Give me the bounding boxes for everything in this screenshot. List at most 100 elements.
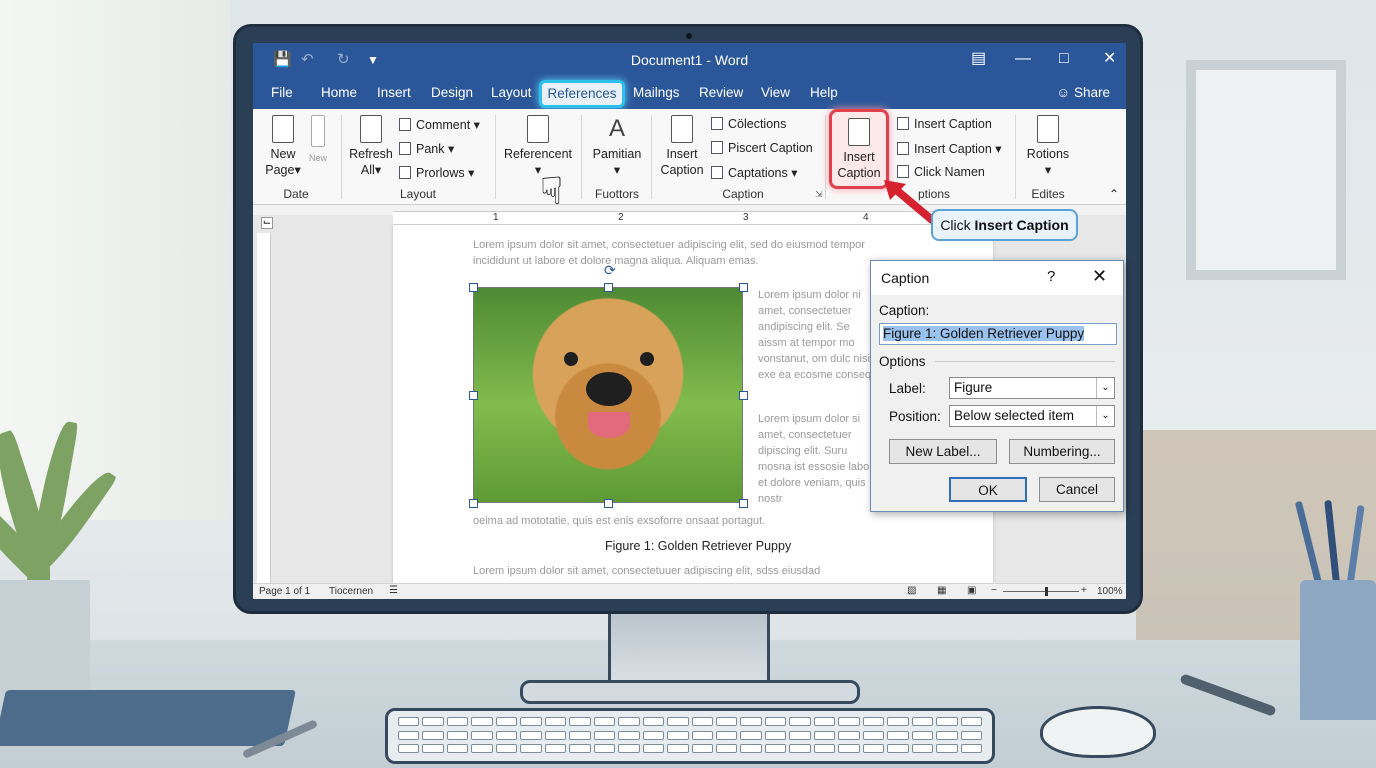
- window-title: Document1 - Word: [630, 52, 749, 68]
- tab-references[interactable]: References: [539, 80, 625, 108]
- prorlows-button[interactable]: Prorlows ▾: [399, 165, 474, 180]
- ruler-number: 1: [493, 212, 499, 223]
- ribbon-display-icon[interactable]: ▤: [971, 49, 986, 69]
- options-divider: [935, 361, 1115, 362]
- pank-button[interactable]: Pank ▾: [399, 141, 454, 156]
- minimize-button[interactable]: —: [1015, 49, 1031, 69]
- keyboard-key: [887, 717, 909, 726]
- keyboard-key: [960, 717, 982, 726]
- keyboard-key: [715, 744, 738, 754]
- tab-help[interactable]: Help: [810, 85, 838, 100]
- keyboard-key: [740, 717, 762, 726]
- keyboard-key: [544, 744, 567, 754]
- collections-button[interactable]: Cölections: [711, 117, 786, 131]
- keyboard-key: [446, 730, 469, 740]
- caption-input[interactable]: Figure 1: Golden Retriever Puppy: [879, 323, 1117, 345]
- resize-handle[interactable]: [739, 499, 748, 508]
- cancel-button[interactable]: Cancel: [1039, 477, 1115, 502]
- page-count[interactable]: Page 1 of 1: [259, 586, 310, 597]
- tab-layout[interactable]: Layout: [491, 85, 532, 100]
- caption-dialog: Caption ? ✕ Caption: Figure 1: Golden Re…: [870, 260, 1124, 512]
- maximize-button[interactable]: □: [1059, 49, 1069, 69]
- tab-design[interactable]: Design: [431, 85, 473, 100]
- print-layout-icon[interactable]: ▦: [937, 585, 946, 596]
- position-select-value: Below selected item: [954, 408, 1075, 423]
- captations-label: Captations: [728, 166, 788, 180]
- tab-home[interactable]: Home: [321, 85, 357, 100]
- proofing-icon[interactable]: ☰: [389, 585, 398, 596]
- tab-view[interactable]: View: [761, 85, 790, 100]
- keyboard-key: [715, 717, 738, 726]
- insert-caption-button-main[interactable]: Insert Caption: [657, 115, 707, 178]
- comment-button[interactable]: Comment ▾: [399, 117, 480, 132]
- resize-handle[interactable]: [469, 283, 478, 292]
- resize-handle[interactable]: [469, 499, 478, 508]
- group-label-edites: Edites: [1031, 187, 1065, 201]
- resize-handle[interactable]: [469, 391, 478, 400]
- zoom-slider-thumb[interactable]: [1044, 587, 1048, 596]
- zoom-slider[interactable]: [1003, 587, 1079, 596]
- word-status[interactable]: Tiocernen: [329, 586, 373, 597]
- referencent-button[interactable]: Referencent ▾: [503, 115, 573, 178]
- new-label-button[interactable]: New Label...: [889, 439, 997, 464]
- ok-button[interactable]: OK: [949, 477, 1027, 502]
- puppy-image[interactable]: ⟳: [469, 262, 748, 508]
- rotions-button[interactable]: Rotions ▾: [1023, 115, 1073, 178]
- tab-review[interactable]: Review: [699, 85, 743, 100]
- tab-mailings[interactable]: Mailngs: [633, 85, 680, 100]
- keyboard-key: [764, 730, 787, 740]
- web-layout-icon[interactable]: ▣: [967, 585, 976, 596]
- position-select[interactable]: Below selected item ⌄: [949, 405, 1115, 427]
- keyboard-key: [936, 717, 958, 726]
- rotate-handle-icon[interactable]: ⟳: [604, 262, 616, 279]
- resize-handle[interactable]: [604, 499, 613, 508]
- resize-handle[interactable]: [739, 391, 748, 400]
- zoom-in-icon[interactable]: +: [1081, 585, 1087, 596]
- insert-caption-option-1-label: Insert Caption: [914, 117, 992, 131]
- resize-handle[interactable]: [604, 283, 613, 292]
- group-label-layout: Layout: [399, 187, 437, 201]
- keyboard-key: [911, 730, 934, 740]
- new-page-button[interactable]: New Page▾: [263, 115, 303, 178]
- zoom-out-icon[interactable]: −: [991, 585, 997, 596]
- tab-insert[interactable]: Insert: [377, 85, 411, 100]
- numbering-button[interactable]: Numbering...: [1009, 439, 1115, 464]
- dialog-title: Caption: [881, 270, 930, 286]
- group-separator: [495, 115, 496, 199]
- piscert-caption-button[interactable]: Piscert Caption: [711, 141, 813, 155]
- help-icon[interactable]: ?: [1047, 268, 1055, 285]
- tab-file[interactable]: File: [271, 85, 293, 100]
- vertical-ruler[interactable]: [257, 233, 271, 583]
- tab-selector-icon[interactable]: ⌙: [261, 217, 273, 229]
- resize-handle[interactable]: [739, 283, 748, 292]
- horizontal-ruler[interactable]: 1 2 3 4: [393, 211, 953, 225]
- read-mode-icon[interactable]: ▧: [907, 585, 916, 596]
- refresh-doc-icon: [360, 115, 382, 143]
- keyboard-key: [862, 744, 885, 754]
- share-button[interactable]: ☺ Share: [1056, 85, 1110, 100]
- refresh-all-button[interactable]: Refresh All▾: [347, 115, 395, 178]
- paragraph-2: oeima ad mototatie, quis est enis exsofo…: [473, 515, 766, 527]
- group-label-footnotes: Fuottors: [594, 187, 639, 201]
- zoom-level[interactable]: 100%: [1097, 586, 1123, 597]
- keyboard-key: [642, 730, 665, 740]
- mouse: [1040, 706, 1156, 758]
- new-small-button[interactable]: New: [305, 115, 331, 166]
- keyboard-key: [691, 744, 713, 754]
- dialog-launcher-icon[interactable]: ⇲: [815, 189, 823, 200]
- close-icon[interactable]: ✕: [1092, 266, 1107, 287]
- figure-caption: Figure 1: Golden Retriever Puppy: [605, 539, 792, 553]
- insert-caption-option-2[interactable]: Insert Caption ▾: [897, 141, 1002, 156]
- captations-button[interactable]: Captations ▾: [711, 165, 798, 180]
- rotions-icon: [1037, 115, 1059, 143]
- close-button[interactable]: ✕: [1103, 49, 1116, 69]
- caption-input-value: Figure 1: Golden Retriever Puppy: [883, 326, 1085, 341]
- background-picture-frame: [1186, 60, 1346, 280]
- keyboard-key: [960, 730, 982, 740]
- keyboard-key: [960, 744, 982, 754]
- keyboard-key: [740, 744, 762, 754]
- label-select[interactable]: Figure ⌄: [949, 377, 1115, 399]
- insert-caption-option-1[interactable]: Insert Caption: [897, 117, 992, 131]
- collapse-ribbon-icon[interactable]: ⌃: [1109, 187, 1119, 201]
- pamitian-button[interactable]: A Pamitian ▾: [589, 115, 645, 178]
